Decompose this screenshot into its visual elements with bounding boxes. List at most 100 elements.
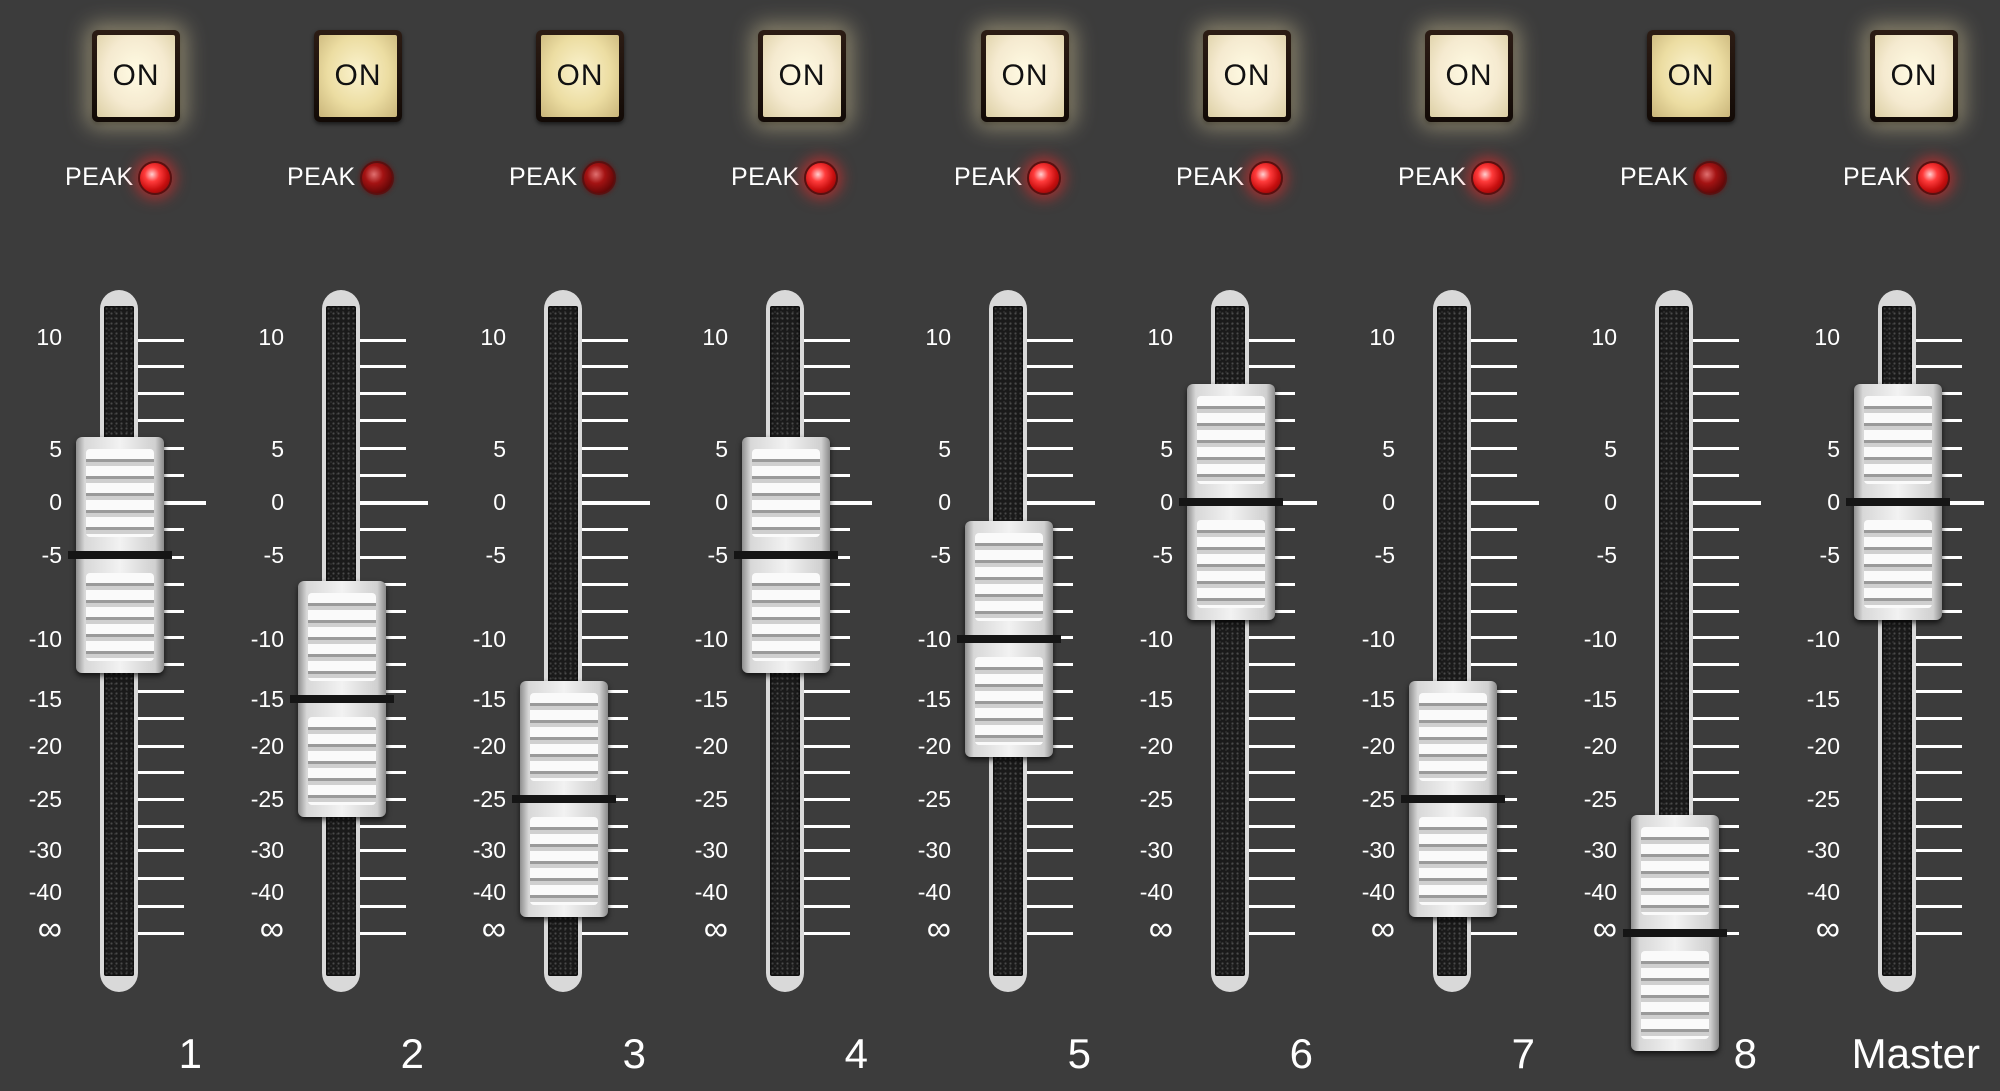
peak-led-icon (804, 161, 838, 195)
scale-tick (1247, 339, 1295, 342)
scale-tick (1691, 745, 1739, 748)
on-button-label: ON (97, 35, 175, 117)
fader-knob[interactable] (68, 437, 172, 673)
on-button-label: ON (319, 35, 397, 117)
scale-label: 0 (49, 489, 62, 515)
on-button[interactable]: ON (536, 30, 624, 122)
scale-tick (358, 556, 406, 559)
scale-label: -10 (1361, 626, 1395, 652)
scale-label: ∞ (1148, 910, 1173, 948)
scale-label: -30 (250, 837, 284, 863)
scale-label: -5 (1374, 542, 1395, 568)
peak-label: PEAK (509, 163, 578, 191)
scale-label: 0 (1604, 489, 1617, 515)
scale-label: 10 (702, 324, 728, 350)
on-button[interactable]: ON (314, 30, 402, 122)
scale-tick (1469, 610, 1517, 613)
on-button-label: ON (1875, 35, 1953, 117)
channel-name: 1 (178, 1030, 202, 1077)
scale-tick (1469, 636, 1517, 639)
scale-label: 5 (1827, 436, 1840, 462)
scale-label: ∞ (703, 910, 728, 948)
scale-tick (802, 690, 850, 693)
fader-knob[interactable] (957, 521, 1061, 757)
scale-label: -40 (472, 879, 506, 905)
fader-grip-bottom (86, 573, 154, 661)
scale-tick (580, 365, 628, 368)
scale-tick (1025, 365, 1073, 368)
mixer-console: ON PEAK 10 5 0 -5 -10 -15 -20 -25 -30 -40 ∞ 1 ON PEAK 10… (0, 0, 2000, 1091)
fader-index-line (68, 551, 172, 559)
scale-label: -15 (28, 686, 62, 712)
scale-label: -5 (1152, 542, 1173, 568)
scale-label: -30 (472, 837, 506, 863)
fader-knob[interactable] (1401, 681, 1505, 917)
scale-tick (1247, 690, 1295, 693)
scale-label: -10 (694, 626, 728, 652)
scale-tick (1469, 663, 1517, 666)
fader-grip-top (1419, 693, 1487, 781)
scale-tick (136, 392, 184, 395)
scale-label: -40 (1139, 879, 1173, 905)
fader-knob[interactable] (734, 437, 838, 673)
scale-label: -25 (1361, 786, 1395, 812)
fader-knob[interactable] (512, 681, 616, 917)
scale-tick (136, 690, 184, 693)
scale-label: 0 (1160, 489, 1173, 515)
peak-label: PEAK (287, 163, 356, 191)
peak-label: PEAK (1620, 163, 1689, 191)
scale-label: -20 (1139, 733, 1173, 759)
on-button-label: ON (986, 35, 1064, 117)
fader-knob[interactable] (1623, 815, 1727, 1051)
scale-tick (1025, 474, 1073, 477)
scale-label: 0 (1382, 489, 1395, 515)
on-button[interactable]: ON (758, 30, 846, 122)
scale-label: 10 (258, 324, 284, 350)
scale-label: 10 (36, 324, 62, 350)
scale-label: 10 (1369, 324, 1395, 350)
on-button-label: ON (1430, 35, 1508, 117)
scale-tick (802, 905, 850, 908)
scale-label: -30 (694, 837, 728, 863)
scale-label: -10 (1139, 626, 1173, 652)
fader-knob[interactable] (1846, 384, 1950, 620)
scale-tick (358, 447, 406, 450)
fader-knob[interactable] (290, 581, 394, 817)
peak-led-icon (138, 161, 172, 195)
scale-label: -5 (707, 542, 728, 568)
channel-strip-4: ON PEAK 10 5 0 -5 -10 -15 -20 -25 -30 -40 ∞ 4 (674, 0, 896, 1091)
on-button[interactable]: ON (1870, 30, 1958, 122)
scale-label: 0 (1827, 489, 1840, 515)
on-button[interactable]: ON (1203, 30, 1291, 122)
channel-strip-7: ON PEAK 10 5 0 -5 -10 -15 -20 -25 -30 -40 ∞ 7 (1341, 0, 1563, 1091)
scale-label: 10 (1591, 324, 1617, 350)
channel-strip-5: ON PEAK 10 5 0 -5 -10 -15 -20 -25 -30 -40 ∞ 5 (897, 0, 1119, 1091)
scale-label: 10 (480, 324, 506, 350)
scale-tick (136, 877, 184, 880)
channel-name: 5 (1067, 1030, 1091, 1077)
scale-tick (1469, 419, 1517, 422)
scale-tick (802, 339, 850, 342)
scale-tick (1691, 528, 1739, 531)
scale-tick (1025, 877, 1073, 880)
scale-tick (1025, 798, 1073, 801)
fader-grip-bottom (975, 657, 1043, 745)
scale-label: -15 (1806, 686, 1840, 712)
peak-led-icon (1249, 161, 1283, 195)
on-button[interactable]: ON (981, 30, 1069, 122)
scale-tick (1025, 447, 1073, 450)
on-button[interactable]: ON (92, 30, 180, 122)
scale-tick (1025, 849, 1073, 852)
on-button[interactable]: ON (1425, 30, 1513, 122)
scale-tick (1247, 825, 1295, 828)
scale-tick (1247, 717, 1295, 720)
fader-knob[interactable] (1179, 384, 1283, 620)
scale-tick (358, 528, 406, 531)
scale-label: 0 (938, 489, 951, 515)
on-button[interactable]: ON (1647, 30, 1735, 122)
scale-tick (136, 905, 184, 908)
scale-tick (1247, 771, 1295, 774)
scale-label: -10 (28, 626, 62, 652)
fader-grip-top (86, 449, 154, 537)
scale-tick (1247, 932, 1295, 935)
